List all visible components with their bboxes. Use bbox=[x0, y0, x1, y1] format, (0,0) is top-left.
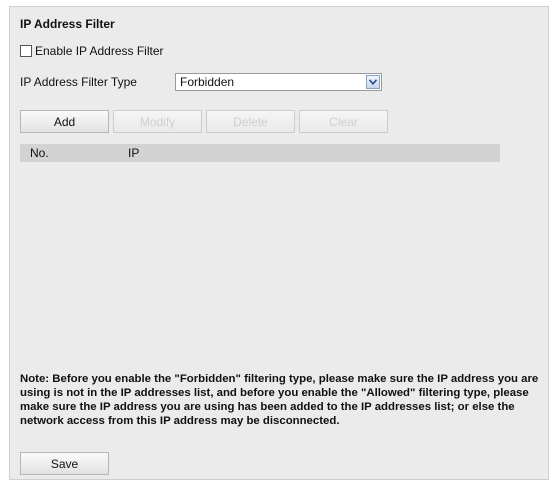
ip-address-table: No. IP bbox=[20, 144, 500, 162]
modify-button[interactable]: Modify bbox=[113, 110, 202, 133]
action-button-row: Add Modify Delete Clear bbox=[20, 110, 392, 133]
column-header-ip: IP bbox=[128, 146, 140, 160]
clear-button[interactable]: Clear bbox=[299, 110, 388, 133]
chevron-down-icon[interactable] bbox=[366, 75, 380, 89]
add-button[interactable]: Add bbox=[20, 110, 109, 133]
delete-button[interactable]: Delete bbox=[206, 110, 295, 133]
filter-type-value: Forbidden bbox=[180, 75, 235, 89]
enable-filter-label[interactable]: Enable IP Address Filter bbox=[35, 44, 164, 58]
filter-note: Note: Before you enable the "Forbidden" … bbox=[20, 373, 539, 427]
filter-type-row: IP Address Filter Type Forbidden bbox=[20, 73, 382, 91]
enable-filter-row[interactable]: Enable IP Address Filter bbox=[20, 44, 164, 58]
save-button[interactable]: Save bbox=[20, 452, 109, 475]
column-header-no: No. bbox=[30, 146, 49, 160]
filter-type-select[interactable]: Forbidden bbox=[175, 73, 382, 91]
ip-filter-panel: IP Address Filter Enable IP Address Filt… bbox=[9, 6, 549, 480]
filter-type-label: IP Address Filter Type bbox=[20, 75, 137, 89]
section-title: IP Address Filter bbox=[20, 17, 115, 31]
table-header: No. IP bbox=[20, 144, 500, 162]
enable-filter-checkbox[interactable] bbox=[20, 45, 32, 57]
